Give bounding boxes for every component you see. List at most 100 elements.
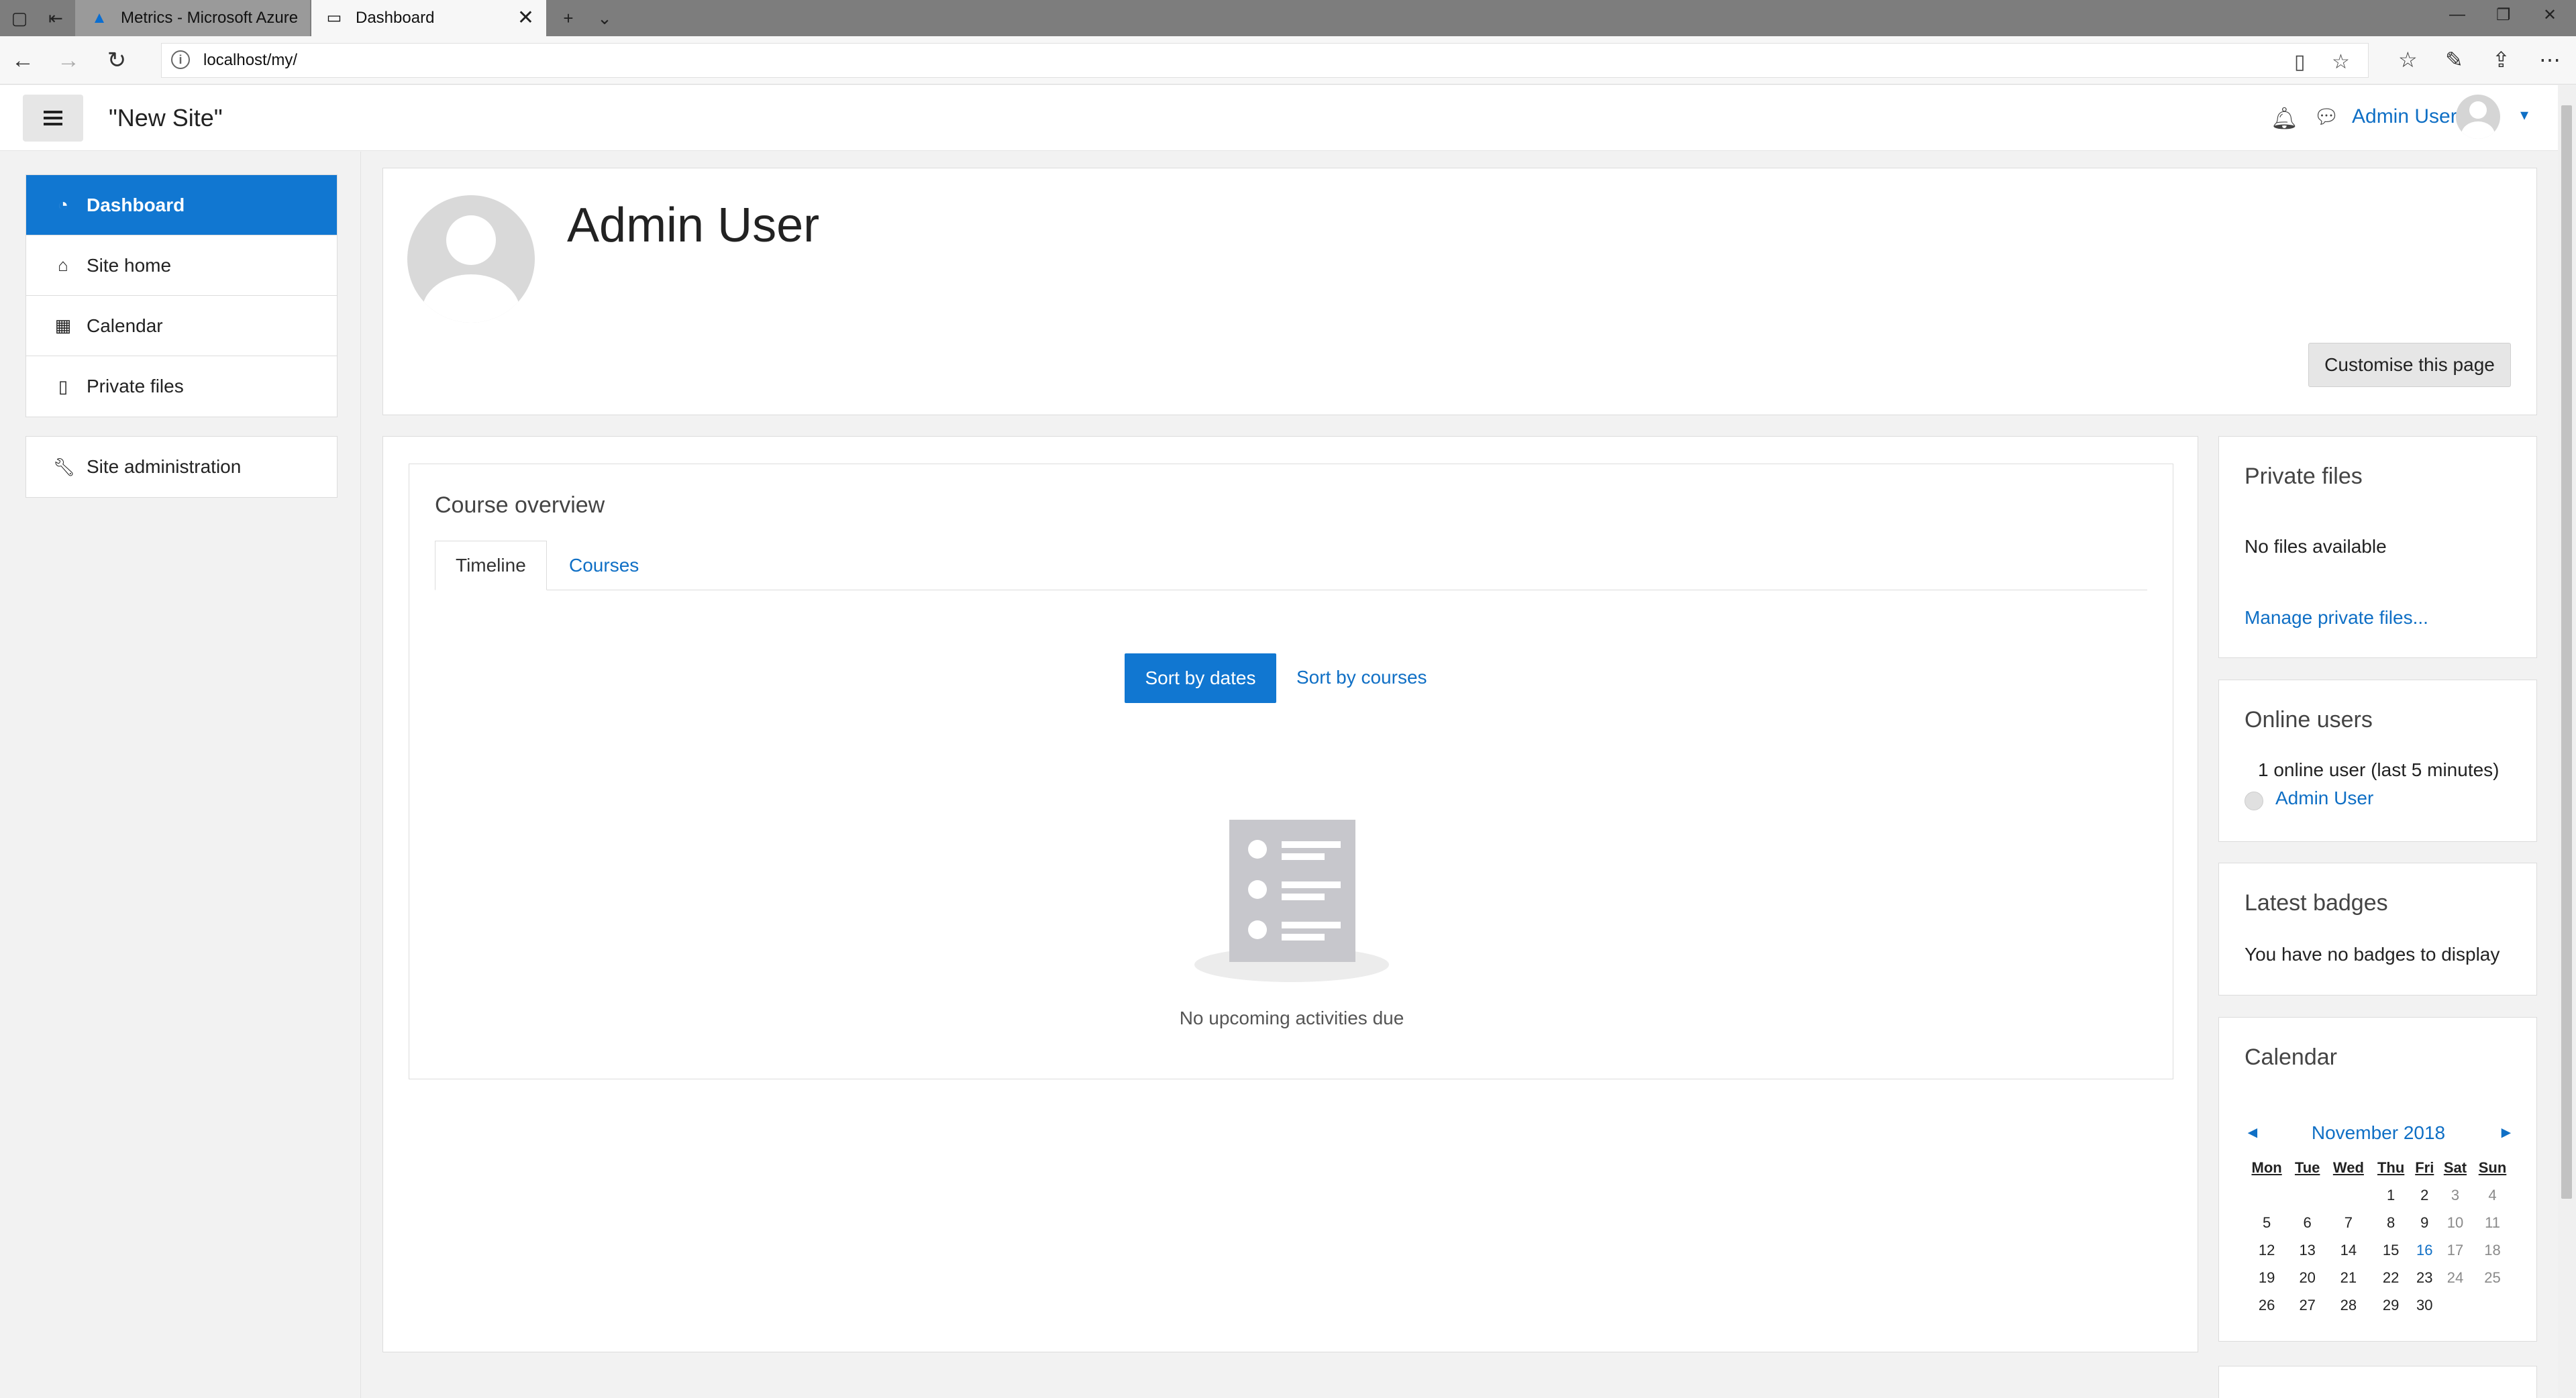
calendar-day[interactable]: 4 xyxy=(2472,1181,2513,1209)
calendar-day[interactable]: 15 xyxy=(2371,1236,2411,1264)
sort-by-dates-button[interactable]: Sort by dates xyxy=(1125,653,1276,703)
browser-tab-azure[interactable]: ▲ Metrics - Microsoft Azure xyxy=(75,0,310,36)
calendar-day[interactable]: 30 xyxy=(2411,1291,2438,1319)
hamburger-bar xyxy=(44,117,62,119)
wrench-icon: 🔧︎ xyxy=(53,456,76,477)
forward-icon[interactable]: → xyxy=(55,47,82,74)
calendar-day[interactable]: 26 xyxy=(2245,1291,2289,1319)
site-info-icon[interactable]: i xyxy=(171,50,190,69)
nav-list-admin: 🔧︎ Site administration xyxy=(25,436,338,498)
calendar-day[interactable]: 27 xyxy=(2289,1291,2326,1319)
calendar-week-row: 1234 xyxy=(2245,1181,2513,1209)
calendar-empty-cell xyxy=(2438,1291,2472,1319)
customise-page-button[interactable]: Customise this page xyxy=(2308,343,2511,387)
calendar-icon: ▦ xyxy=(54,315,72,335)
weekday-header: Fri xyxy=(2415,1159,2434,1176)
page-scrollbar[interactable] xyxy=(2558,85,2576,1398)
calendar-day[interactable]: 7 xyxy=(2326,1209,2371,1236)
calendar-week-row: 12 13 14 15 16 17 18 xyxy=(2245,1236,2513,1264)
close-tab-icon[interactable]: ✕ xyxy=(517,8,534,28)
calendar-day[interactable]: 22 xyxy=(2371,1264,2411,1291)
site-name[interactable]: "New Site" xyxy=(109,104,223,132)
set-tabs-aside-icon[interactable]: ⇤ xyxy=(46,8,66,28)
refresh-icon[interactable]: ↻ xyxy=(103,47,130,74)
weekday-header: Mon xyxy=(2251,1159,2282,1176)
sort-by-courses-link[interactable]: Sort by courses xyxy=(1296,667,1427,688)
azure-logo-icon: ▲ xyxy=(91,9,107,27)
next-month-icon[interactable]: ► xyxy=(2498,1124,2514,1142)
calendar-day[interactable]: 10 xyxy=(2438,1209,2472,1236)
calendar-day[interactable]: 5 xyxy=(2245,1209,2289,1236)
user-menu-caret-icon[interactable]: ▾ xyxy=(2520,105,2528,125)
calendar-day[interactable]: 16 xyxy=(2411,1236,2438,1264)
calendar-day[interactable]: 2 xyxy=(2411,1181,2438,1209)
back-icon[interactable]: ← xyxy=(9,47,36,74)
dashboard-icon: ◔ xyxy=(58,195,68,215)
calendar-day[interactable]: 20 xyxy=(2289,1264,2326,1291)
calendar-day[interactable]: 12 xyxy=(2245,1236,2289,1264)
menu-toggle-button[interactable] xyxy=(23,95,83,142)
scrollbar-thumb[interactable] xyxy=(2561,105,2572,1199)
calendar-day[interactable]: 28 xyxy=(2326,1291,2371,1319)
user-menu-name[interactable]: Admin User xyxy=(2352,105,2457,128)
calendar-day[interactable]: 21 xyxy=(2326,1264,2371,1291)
nav-item-private-files[interactable]: ▯ Private files xyxy=(26,356,337,417)
tab-timeline[interactable]: Timeline xyxy=(435,541,547,590)
nav-list: ◔ Dashboard ⌂ Site home ▦ Calendar ▯ Pri… xyxy=(25,174,338,417)
calendar-day[interactable]: 25 xyxy=(2472,1264,2513,1291)
manage-private-files-link[interactable]: Manage private files... xyxy=(2245,607,2428,629)
calendar-day[interactable]: 14 xyxy=(2326,1236,2371,1264)
no-files-text: No files available xyxy=(2245,536,2387,557)
bullet-dot xyxy=(1248,840,1267,859)
more-icon[interactable]: ⋯ xyxy=(2539,47,2561,72)
tab-list-chevron-icon[interactable]: ⌄ xyxy=(595,8,615,28)
messages-chat-icon[interactable]: 💬︎ xyxy=(2314,105,2339,129)
calendar-day[interactable]: 23 xyxy=(2411,1264,2438,1291)
calendar-day[interactable]: 8 xyxy=(2371,1209,2411,1236)
block-title: Online users xyxy=(2245,707,2373,733)
calendar-day[interactable]: 13 xyxy=(2289,1236,2326,1264)
notifications-bell-icon[interactable]: 🔔︎ xyxy=(2271,105,2298,131)
url-field[interactable]: i localhost/my/ ▯ ☆ xyxy=(161,43,2369,78)
calendar-block: Calendar ◄ November 2018 ► Mon Tue Wed Thu F… xyxy=(2218,1017,2537,1342)
calendar-month-link[interactable]: November 2018 xyxy=(2219,1122,2538,1144)
block-title: Course overview xyxy=(435,492,605,518)
calendar-empty-cell xyxy=(2472,1291,2513,1319)
calendar-day[interactable]: 17 xyxy=(2438,1236,2472,1264)
nav-item-dashboard[interactable]: ◔ Dashboard xyxy=(26,175,337,235)
calendar-day[interactable]: 1 xyxy=(2371,1181,2411,1209)
restore-icon[interactable]: ❐ xyxy=(2496,5,2511,25)
nav-item-calendar[interactable]: ▦ Calendar xyxy=(26,296,337,356)
page-icon: ▭ xyxy=(326,9,342,27)
reading-view-icon[interactable]: ▯ xyxy=(2294,50,2306,74)
nav-item-site-administration[interactable]: 🔧︎ Site administration xyxy=(26,437,337,497)
online-user-link[interactable]: Admin User xyxy=(2275,788,2373,809)
minimize-icon[interactable]: — xyxy=(2449,5,2465,24)
calendar-empty-cell xyxy=(2245,1181,2289,1209)
calendar-day[interactable]: 18 xyxy=(2472,1236,2513,1264)
pen-icon[interactable]: ✎ xyxy=(2445,47,2463,72)
window-close-icon[interactable]: ✕ xyxy=(2543,5,2557,25)
favorites-icon[interactable]: ☆ xyxy=(2398,47,2418,72)
new-tab-icon[interactable]: + xyxy=(558,8,578,28)
site-header: "New Site" 🔔︎ 💬︎ Admin User ▾ xyxy=(0,85,2558,151)
nav-item-label: Calendar xyxy=(87,315,163,336)
user-avatar[interactable] xyxy=(2456,95,2500,139)
share-icon[interactable]: ⇪ xyxy=(2492,47,2510,72)
calendar-day[interactable]: 6 xyxy=(2289,1209,2326,1236)
calendar-day[interactable]: 9 xyxy=(2411,1209,2438,1236)
tab-courses[interactable]: Courses xyxy=(549,541,659,590)
calendar-weeks: 1 2 3 4 5 6 7 8 9 10 11 12 13 14 15 16 17 18 19 20 21 22 23 24 2… xyxy=(2245,1181,2513,1319)
empty-activities-illustration-icon xyxy=(1194,820,1389,987)
calendar-day[interactable]: 29 xyxy=(2371,1291,2411,1319)
calendar-day[interactable]: 3 xyxy=(2438,1181,2472,1209)
weekday-header: Sun xyxy=(2478,1159,2507,1176)
online-users-summary: 1 online user (last 5 minutes) xyxy=(2258,759,2500,780)
calendar-day[interactable]: 19 xyxy=(2245,1264,2289,1291)
browser-tab-dashboard[interactable]: ▭ Dashboard ✕ xyxy=(311,0,546,36)
nav-item-site-home[interactable]: ⌂ Site home xyxy=(26,235,337,296)
tab-actions-icon[interactable]: ▢ xyxy=(9,8,30,28)
calendar-day[interactable]: 11 xyxy=(2472,1209,2513,1236)
calendar-day[interactable]: 24 xyxy=(2438,1264,2472,1291)
favorite-star-icon[interactable]: ☆ xyxy=(2332,50,2350,74)
